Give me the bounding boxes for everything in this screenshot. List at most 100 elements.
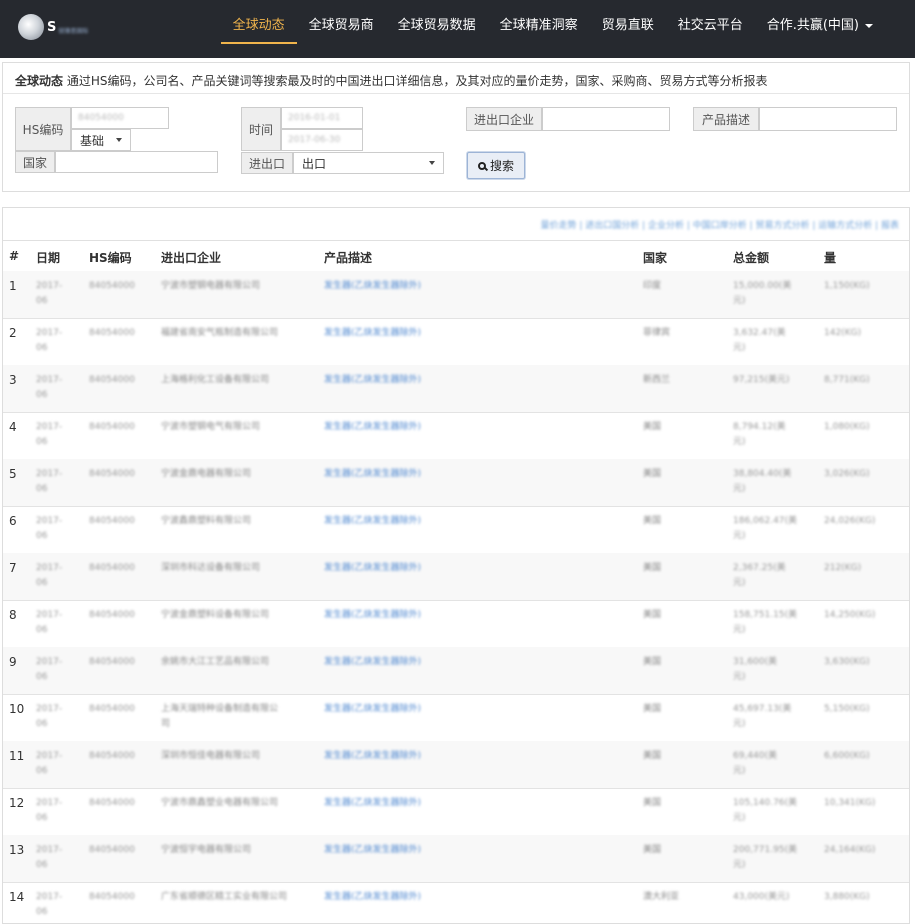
column-header-date[interactable]: 日期 bbox=[36, 249, 60, 266]
cell-country: 美国 bbox=[643, 561, 661, 576]
cell-product-link[interactable]: 发生器(乙炔发生器除外) bbox=[324, 326, 421, 341]
cell-date-line: 2017- bbox=[36, 845, 63, 855]
cell-company-line: 广东省顺德区精工实业有限公司 bbox=[161, 892, 288, 902]
direction-select[interactable]: 出口 bbox=[293, 152, 444, 174]
cell-date-line: 06 bbox=[36, 531, 48, 541]
cell-product-link[interactable]: 发生器(乙炔发生器除外) bbox=[324, 655, 421, 670]
cell-product-link[interactable]: 发生器(乙炔发生器除外) bbox=[324, 608, 421, 623]
cell-country: 美国 bbox=[643, 608, 661, 623]
row-index: 13 bbox=[9, 843, 25, 857]
main-menu: 全球动态 全球贸易商 全球贸易数据 全球精准洞察 贸易直联 社交云平台 合作.共… bbox=[220, 0, 885, 58]
cell-date-line: 2017- bbox=[36, 657, 63, 667]
cell-date: 2017- 06 bbox=[36, 890, 62, 920]
cell-product-link[interactable]: 发生器(乙炔发生器除外) bbox=[324, 373, 421, 388]
country-input[interactable] bbox=[55, 151, 218, 173]
column-header-company[interactable]: 进出口企业 bbox=[161, 249, 221, 266]
cell-company: 宁波市鼎鑫塑业电器有限公司 bbox=[161, 796, 278, 811]
nav-item-global-insight[interactable]: 全球精准洞察 bbox=[488, 0, 590, 58]
top-navbar: S 锐锋思国际 全球动态 全球贸易商 全球贸易数据 全球精准洞察 贸易直联 社交… bbox=[0, 0, 915, 58]
results-panel: 量价走势 | 进出口国分析 | 企业分析 | 中国口岸分析 | 贸易方式分析 |… bbox=[2, 207, 910, 924]
cell-company: 宁波金鼎塑料设备有限公司 bbox=[161, 608, 269, 623]
cell-hs-code-line: 84054000 bbox=[89, 328, 135, 338]
product-input[interactable] bbox=[759, 107, 897, 131]
cell-date: 2017- 06 bbox=[36, 702, 62, 732]
cell-date: 2017- 06 bbox=[36, 373, 62, 403]
cell-quantity-line: 24,164(KG) bbox=[824, 845, 876, 855]
cell-hs-code: 84054000 bbox=[89, 655, 135, 670]
cell-date-line: 06 bbox=[36, 907, 48, 917]
analysis-links[interactable]: 量价走势 | 进出口国分析 | 企业分析 | 中国口岸分析 | 贸易方式分析 |… bbox=[540, 218, 899, 231]
cell-company: 广东省顺德区精工实业有限公司 bbox=[161, 890, 287, 905]
table-row: 10 2017- 06 84054000 上海天瑞特种设备制造有限公司 发生器(乙炔发生器… bbox=[3, 694, 909, 742]
cell-company-line: 宁波市塑钢电气有限公司 bbox=[161, 422, 261, 432]
row-index: 4 bbox=[9, 420, 17, 434]
cell-amount: 3,632.47(美 元) bbox=[733, 326, 786, 356]
logo[interactable]: S 锐锋思国际 bbox=[18, 14, 88, 40]
cell-product-link[interactable]: 发生器(乙炔发生器除外) bbox=[324, 796, 421, 811]
nav-item-global-dynamics[interactable]: 全球动态 bbox=[220, 0, 297, 58]
nav-item-social-cloud[interactable]: 社交云平台 bbox=[666, 0, 755, 58]
cell-quantity: 10,341(KG) bbox=[824, 796, 875, 811]
cell-amount: 105,140.76(美 元) bbox=[733, 796, 797, 826]
cell-hs-code: 84054000 bbox=[89, 890, 135, 905]
cell-amount-line: 2,367.25(美 bbox=[733, 563, 786, 573]
cell-amount: 43,000(美元) bbox=[733, 890, 790, 905]
column-header-quantity[interactable]: 量 bbox=[824, 249, 836, 266]
nav-item-global-traders[interactable]: 全球贸易商 bbox=[297, 0, 386, 58]
cell-date-line: 2017- bbox=[36, 516, 63, 526]
cell-quantity: 1,080(KG) bbox=[824, 420, 870, 435]
cell-quantity-line: 3,880(KG) bbox=[824, 892, 870, 902]
cell-country-line: 美国 bbox=[643, 751, 662, 761]
cell-country-line: 印度 bbox=[643, 281, 662, 291]
column-header-amount[interactable]: 总金额 bbox=[733, 249, 769, 266]
search-button[interactable]: 搜索 bbox=[467, 152, 525, 179]
cell-amount-line: 3,632.47(美 bbox=[733, 328, 786, 338]
cell-company: 宁波恒宇电器有限公司 bbox=[161, 843, 251, 858]
cell-product-link[interactable]: 发生器(乙炔发生器除外) bbox=[324, 561, 421, 576]
cell-hs-code-line: 84054000 bbox=[89, 845, 135, 855]
table-row: 4 2017- 06 84054000 宁波市塑钢电气有限公司 发生器(乙炔发生器除外) 美… bbox=[3, 412, 909, 460]
table-row: 12 2017- 06 84054000 宁波市鼎鑫塑业电器有限公司 发生器(乙炔发生器除… bbox=[3, 788, 909, 836]
column-header-product[interactable]: 产品描述 bbox=[324, 249, 372, 266]
column-header-hs[interactable]: HS编码 bbox=[89, 249, 132, 266]
cell-product-link[interactable]: 发生器(乙炔发生器除外) bbox=[324, 420, 421, 435]
cell-date: 2017- 06 bbox=[36, 467, 62, 497]
cell-quantity-line: 6,600(KG) bbox=[824, 751, 870, 761]
cell-product-link[interactable]: 发生器(乙炔发生器除外) bbox=[324, 514, 421, 529]
cell-country-line: 澳大利亚 bbox=[643, 892, 680, 902]
cell-product-link[interactable]: 发生器(乙炔发生器除外) bbox=[324, 749, 421, 764]
cell-date-line: 2017- bbox=[36, 751, 63, 761]
cell-quantity: 8,771(KG) bbox=[824, 373, 870, 388]
cell-product-link[interactable]: 发生器(乙炔发生器除外) bbox=[324, 467, 421, 482]
cell-company-line: 宁波金鼎电器有限公司 bbox=[161, 469, 252, 479]
cell-product-link-line: 发生器(乙炔发生器除外) bbox=[324, 422, 422, 432]
cell-quantity: 24,164(KG) bbox=[824, 843, 875, 858]
cell-product-link[interactable]: 发生器(乙炔发生器除外) bbox=[324, 702, 421, 717]
nav-item-cooperation-dropdown[interactable]: 合作.共赢(中国) bbox=[755, 0, 885, 58]
cell-product-link[interactable]: 发生器(乙炔发生器除外) bbox=[324, 843, 421, 858]
time-label: 时间 bbox=[241, 107, 281, 151]
cell-date: 2017- 06 bbox=[36, 514, 62, 544]
cell-quantity: 3,026(KG) bbox=[824, 467, 870, 482]
cell-product-link[interactable]: 发生器(乙炔发生器除外) bbox=[324, 890, 421, 905]
cell-hs-code: 84054000 bbox=[89, 514, 135, 529]
cell-country-line: 美国 bbox=[643, 657, 662, 667]
cell-country-line: 美国 bbox=[643, 704, 662, 714]
cell-company-line: 宁波市塑钢电器有限公司 bbox=[161, 281, 261, 291]
hs-mode-select[interactable]: 基础 bbox=[71, 129, 131, 151]
cell-country-line: 美国 bbox=[643, 845, 662, 855]
company-input[interactable] bbox=[542, 107, 670, 131]
time-from-input[interactable]: 2016-01-01 bbox=[281, 107, 363, 129]
nav-item-global-trade-data[interactable]: 全球贸易数据 bbox=[386, 0, 488, 58]
column-header-country[interactable]: 国家 bbox=[643, 249, 667, 266]
table-row: 5 2017- 06 84054000 宁波金鼎电器有限公司 发生器(乙炔发生器除外) 美国… bbox=[3, 459, 909, 507]
nav-item-trade-direct[interactable]: 贸易直联 bbox=[590, 0, 666, 58]
hs-code-input[interactable]: 84054000 bbox=[71, 107, 169, 129]
cell-country-line: 菲律宾 bbox=[643, 328, 671, 338]
time-to-input[interactable]: 2017-06-30 bbox=[281, 129, 363, 151]
cell-company-line: 福建省南安气瓶制造有限公司 bbox=[161, 328, 279, 338]
cell-product-link[interactable]: 发生器(乙炔发生器除外) bbox=[324, 279, 421, 294]
row-index: 9 bbox=[9, 655, 17, 669]
cell-date-line: 06 bbox=[36, 860, 48, 870]
cell-amount-line: 186,062.47(美 bbox=[733, 516, 798, 526]
